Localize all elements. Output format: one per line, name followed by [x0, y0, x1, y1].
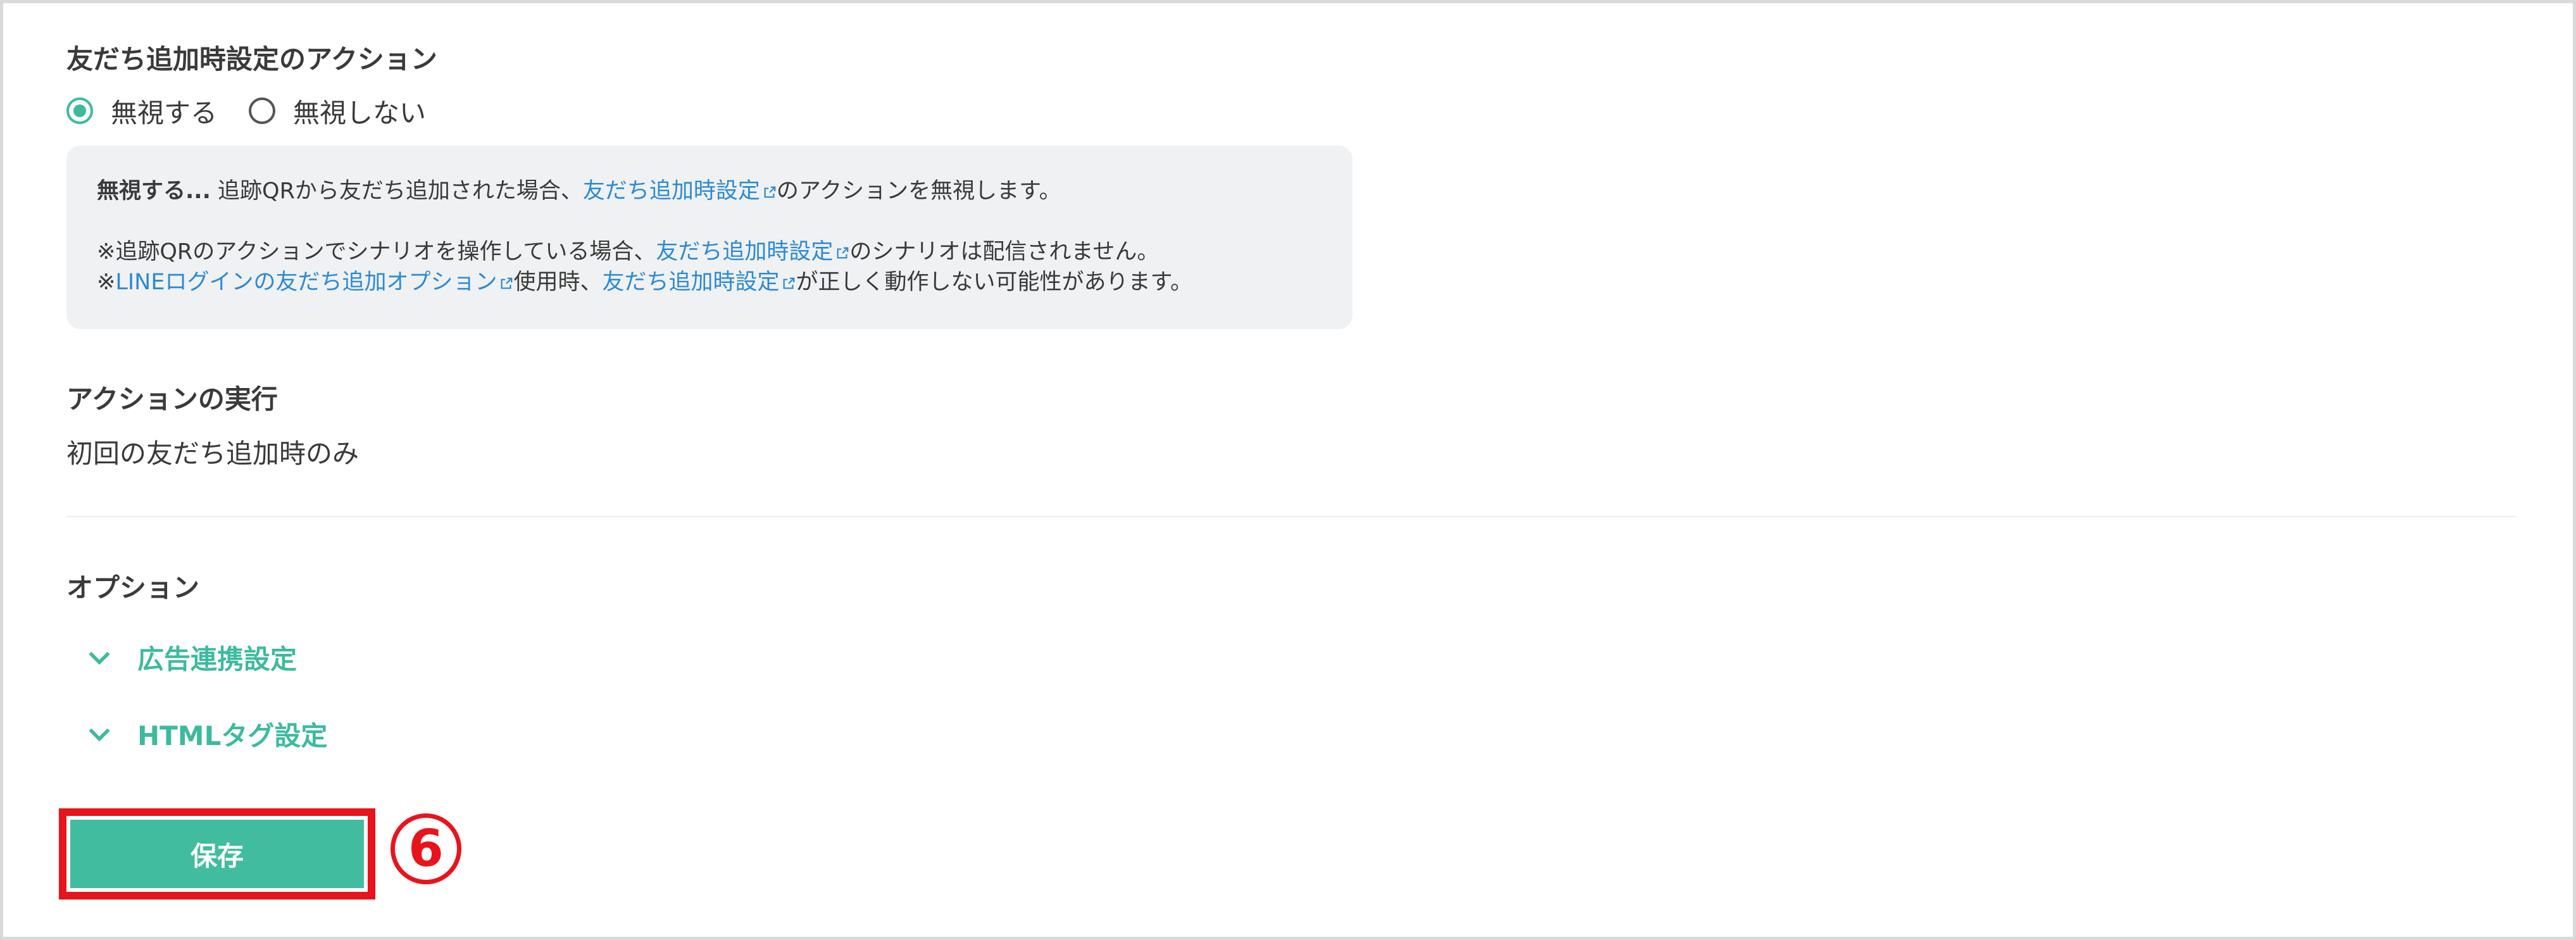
friend-add-settings-link[interactable]: 友だち追加時設定: [656, 239, 849, 265]
section-divider: [66, 516, 2516, 517]
external-link-icon: [501, 277, 513, 289]
line-login-option-link[interactable]: LINEログインの友だち追加オプション: [115, 270, 513, 295]
friend-action-heading: 友だち追加時設定のアクション: [66, 44, 437, 75]
info-line1-text-a: 追跡QRから友だち追加された場合、: [210, 179, 583, 204]
external-link-icon: [784, 277, 795, 289]
friend-action-radio-group: 無視する 無視しない: [66, 92, 458, 130]
save-button[interactable]: 保存: [70, 820, 364, 888]
info-line2-text-b: のシナリオは配信されません。: [849, 239, 1160, 265]
info-line3-text-c: が正しく動作しない可能性があります。: [796, 270, 1192, 295]
info-line3-text-a: ※: [97, 270, 116, 295]
chevron-down-icon: [89, 651, 110, 665]
info-box: 無視する... 追跡QRから友だち追加された場合、友だち追加時設定 のアクションを…: [66, 146, 1353, 329]
radio-not-ignore[interactable]: 無視しない: [249, 92, 426, 130]
info-line2-text-a: ※追跡QRのアクションでシナリオを操作している場合、: [97, 239, 656, 265]
friend-add-settings-link[interactable]: 友だち追加時設定: [583, 179, 777, 204]
info-line3-text-b: 使用時、: [513, 270, 603, 295]
html-tag-label: HTMLタグ設定: [137, 720, 328, 751]
radio-unchecked-icon[interactable]: [249, 97, 276, 124]
page-frame: 友だち追加時設定のアクション 無視する 無視しない 無視する... 追跡QRから…: [0, 0, 2576, 940]
friend-add-settings-link[interactable]: 友だち追加時設定: [602, 270, 796, 295]
execution-heading: アクションの実行: [66, 384, 278, 415]
chevron-down-icon: [89, 728, 110, 741]
execution-value: 初回の友だち追加時のみ: [66, 438, 360, 469]
info-line-3: ※LINEログインの友だち追加オプション 使用時、友だち追加時設定 が正しく動作しな…: [97, 267, 1322, 298]
options-heading: オプション: [66, 572, 200, 603]
save-button-highlight: 保存: [59, 808, 375, 899]
radio-ignore[interactable]: 無視する: [66, 92, 217, 130]
external-link-icon: [837, 247, 849, 259]
info-line-2: ※追跡QRのアクションでシナリオを操作している場合、友だち追加時設定 のシナリオは…: [97, 237, 1322, 267]
info-line-1: 無視する... 追跡QRから友だち追加された場合、友だち追加時設定 のアクションを…: [97, 176, 1322, 206]
annotation-marker: 6: [391, 813, 461, 884]
info-line1-text-b: のアクションを無視します。: [776, 179, 1061, 204]
radio-ignore-label: 無視する: [111, 97, 218, 128]
radio-not-ignore-label: 無視しない: [293, 97, 427, 128]
ad-integration-label: 広告連携設定: [137, 644, 297, 675]
radio-checked-icon[interactable]: [66, 97, 93, 124]
external-link-icon: [764, 186, 776, 198]
ad-integration-toggle[interactable]: 広告連携設定: [85, 638, 297, 677]
html-tag-toggle[interactable]: HTMLタグ設定: [85, 715, 327, 753]
info-line1-bold: 無視する...: [97, 179, 211, 204]
